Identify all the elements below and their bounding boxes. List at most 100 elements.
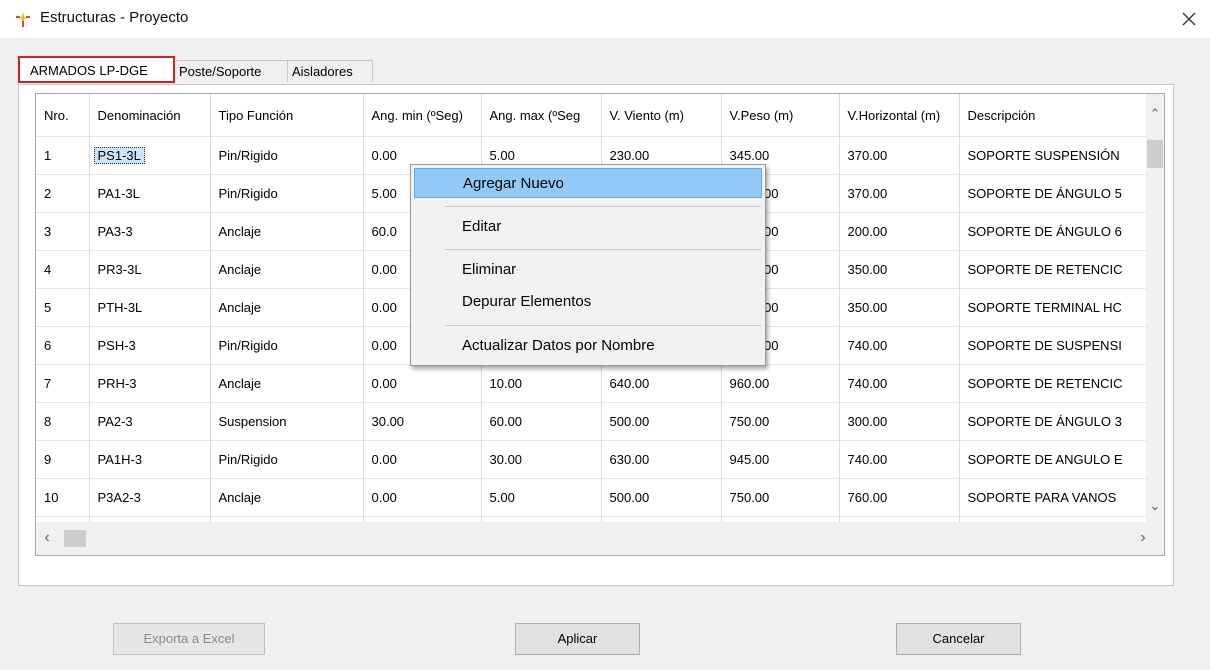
cell[interactable]: 9 [36,440,90,479]
cell[interactable]: PR3-3L [89,250,211,289]
col-header-tipo-funcion[interactable]: Tipo Función [210,94,364,137]
col-header-v-peso[interactable]: V.Peso (m) [721,94,840,137]
tab-aisladores[interactable]: Aisladores [287,60,373,82]
scroll-down-icon[interactable]: ⌄ [1146,498,1164,514]
menu-item-actualizar-datos[interactable]: Actualizar Datos por Nombre [414,331,762,361]
col-header-ang-max[interactable]: Ang. max (ºSeg [481,94,602,137]
cell[interactable]: Pin/Rigido [210,440,364,479]
cell[interactable]: 960.00 [721,364,840,403]
cell[interactable]: PA1H-3 [89,440,211,479]
cell[interactable]: SOPORTE SUSPENSIÓN [959,136,1160,175]
cell[interactable]: PA2-3 [89,402,211,441]
cell[interactable]: SOPORTE PARA VANOS [959,478,1160,517]
col-header-v-viento[interactable]: V. Viento (m) [601,94,722,137]
cell[interactable]: 5.00 [481,478,602,517]
cell[interactable]: SOPORTE DE ÁNGULO 3 [959,402,1160,441]
cell[interactable]: SOPORTE DE ÁNGULO 6 [959,212,1160,251]
scroll-right-icon[interactable]: › [1134,529,1152,547]
cell[interactable]: 750.00 [721,402,840,441]
cell[interactable]: 740.00 [839,364,960,403]
cell[interactable]: P3A2-3 [89,478,211,517]
cell[interactable]: 350.00 [839,288,960,327]
cell[interactable]: Pin/Rigido [210,136,364,175]
cell[interactable]: 640.00 [601,364,722,403]
cell[interactable]: 2 [36,174,90,213]
cell[interactable]: PSH-3 [89,326,211,365]
cell-selected[interactable]: PS1-3L [89,136,211,175]
scroll-left-icon[interactable]: ‹ [38,529,56,547]
cell[interactable]: Anclaje [210,212,364,251]
cell[interactable]: SOPORTE DE SUSPENSI [959,326,1160,365]
cell[interactable]: 350.00 [839,250,960,289]
context-menu: Agregar Nuevo Editar Eliminar Depurar El… [410,164,766,366]
col-header-denominacion[interactable]: Denominación [89,94,211,137]
cell[interactable]: SOPORTE TERMINAL HC [959,288,1160,327]
menu-item-depurar-elementos[interactable]: Depurar Elementos [414,287,762,317]
cell[interactable]: 4 [36,250,90,289]
menu-item-agregar-nuevo[interactable]: Agregar Nuevo [414,168,762,198]
menu-item-eliminar[interactable]: Eliminar [414,255,762,285]
cell[interactable]: Pin/Rigido [210,174,364,213]
cell[interactable]: Anclaje [210,250,364,289]
cell[interactable]: 0.00 [363,364,482,403]
export-excel-button[interactable]: Exporta a Excel [113,623,265,655]
table-row[interactable]: 8 PA2-3 Suspension 30.00 60.00 500.00 75… [36,402,1160,441]
cell[interactable]: SOPORTE DE ÁNGULO 5 [959,174,1160,213]
cell[interactable]: 0.00 [363,440,482,479]
vertical-scroll-thumb[interactable] [1147,140,1163,168]
horizontal-scroll-thumb[interactable] [64,530,86,547]
cell[interactable]: 200.00 [839,212,960,251]
cell[interactable]: 370.00 [839,136,960,175]
cell[interactable]: 760.00 [839,478,960,517]
cell[interactable]: 30.00 [481,440,602,479]
cell[interactable]: 10 [36,478,90,517]
cell[interactable]: 750.00 [721,478,840,517]
cell[interactable]: Suspension [210,402,364,441]
cell[interactable]: 30.00 [363,402,482,441]
close-icon[interactable] [1180,10,1198,28]
cell[interactable]: Anclaje [210,364,364,403]
cell[interactable]: 945.00 [721,440,840,479]
cell[interactable]: 740.00 [839,440,960,479]
cell[interactable]: 300.00 [839,402,960,441]
tab-poste-soporte[interactable]: Poste/Soporte [174,60,288,82]
tab-armados[interactable]: ARMADOS LP-DGE [18,56,175,83]
cell[interactable]: 0.00 [363,478,482,517]
apply-button[interactable]: Aplicar [515,623,640,655]
cell[interactable]: Anclaje [210,478,364,517]
cell[interactable]: 1 [36,136,90,175]
cell[interactable]: 6 [36,326,90,365]
cell[interactable]: 7 [36,364,90,403]
cell[interactable]: SOPORTE DE RETENCIC [959,250,1160,289]
cell[interactable]: 8 [36,402,90,441]
scroll-up-icon[interactable]: ⌃ [1146,106,1164,122]
col-header-descripcion[interactable]: Descripción [959,94,1160,137]
col-header-v-horizontal[interactable]: V.Horizontal (m) [839,94,960,137]
cell[interactable]: 370.00 [839,174,960,213]
cell[interactable]: 630.00 [601,440,722,479]
table-row[interactable]: 10 P3A2-3 Anclaje 0.00 5.00 500.00 750.0… [36,478,1160,517]
cell[interactable]: PA1-3L [89,174,211,213]
col-header-ang-min[interactable]: Ang. min (ºSeg) [363,94,482,137]
table-row[interactable]: 9 PA1H-3 Pin/Rigido 0.00 30.00 630.00 94… [36,440,1160,479]
cell[interactable]: 740.00 [839,326,960,365]
col-header-nro[interactable]: Nro. [36,94,90,137]
vertical-scrollbar[interactable]: ⌃ ⌄ [1146,94,1164,522]
cell[interactable]: Anclaje [210,288,364,327]
cell[interactable]: 500.00 [601,402,722,441]
cell[interactable]: Pin/Rigido [210,326,364,365]
cell[interactable]: 60.00 [481,402,602,441]
cell[interactable]: SOPORTE DE ANGULO E [959,440,1160,479]
cancel-button[interactable]: Cancelar [896,623,1021,655]
table-row[interactable]: 7 PRH-3 Anclaje 0.00 10.00 640.00 960.00… [36,364,1160,403]
cell[interactable]: 10.00 [481,364,602,403]
menu-item-editar[interactable]: Editar [414,212,762,242]
cell[interactable]: 3 [36,212,90,251]
cell[interactable]: PRH-3 [89,364,211,403]
cell[interactable]: PA3-3 [89,212,211,251]
cell[interactable]: 5 [36,288,90,327]
cell[interactable]: SOPORTE DE RETENCIC [959,364,1160,403]
horizontal-scrollbar[interactable]: ‹ › [36,522,1164,555]
cell[interactable]: PTH-3L [89,288,211,327]
cell[interactable]: 500.00 [601,478,722,517]
